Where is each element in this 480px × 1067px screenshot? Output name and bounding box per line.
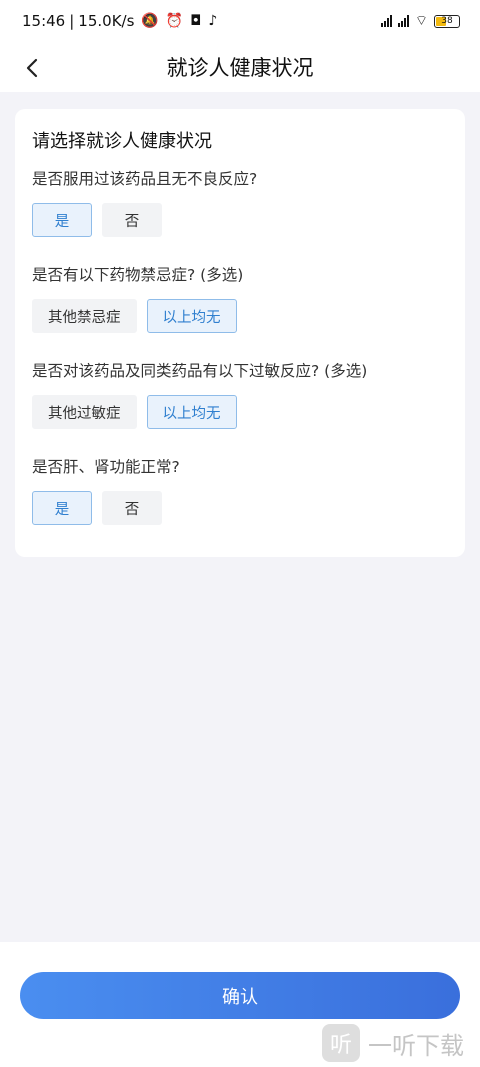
tiktok-icon: ♪	[208, 13, 218, 29]
status-speed: 15.0K/s	[78, 12, 135, 30]
signal-icon	[380, 15, 392, 27]
card-title: 请选择就诊人健康状况	[32, 131, 212, 152]
status-time: 15:46	[22, 12, 66, 30]
back-button[interactable]	[16, 52, 48, 84]
confirm-button[interactable]: 确认	[20, 972, 460, 1019]
question-block-1: 是否服用过该药品且无不良反应? 是 否	[32, 167, 448, 237]
option-group: 其他过敏症 以上均无	[32, 395, 448, 429]
chevron-left-icon	[26, 58, 38, 78]
wifi-icon: ⌔	[414, 13, 428, 29]
question-text: 是否对该药品及同类药品有以下过敏反应? (多选)	[32, 362, 368, 380]
question-block-2: 是否有以下药物禁忌症? (多选) 其他禁忌症 以上均无	[32, 263, 448, 333]
watermark-text: 一听下载	[368, 1031, 464, 1060]
battery-level: 38	[441, 16, 453, 26]
status-divider: |	[69, 12, 75, 30]
bell-off-icon: 🔕	[141, 13, 159, 29]
option-no-button[interactable]: 否	[102, 491, 162, 525]
option-none-button[interactable]: 以上均无	[146, 299, 237, 333]
option-group: 是 否	[32, 491, 448, 525]
nav-bar: 就诊人健康状况	[0, 42, 480, 92]
health-status-card: 请选择就诊人健康状况 是否服用过该药品且无不良反应? 是 否 是否有以下药物禁忌…	[15, 109, 465, 557]
option-no-button[interactable]: 否	[102, 203, 162, 237]
question-block-4: 是否肝、肾功能正常? 是 否	[32, 455, 448, 525]
alarm-icon: ⏰	[165, 13, 184, 29]
watermark-logo: 听	[322, 1024, 360, 1062]
option-other-contraindication-button[interactable]: 其他禁忌症	[32, 299, 137, 333]
question-block-3: 是否对该药品及同类药品有以下过敏反应? (多选) 其他过敏症 以上均无	[32, 359, 448, 429]
battery-icon: 38	[434, 14, 460, 28]
question-text: 是否肝、肾功能正常?	[32, 458, 180, 476]
signal-icon-2	[397, 15, 409, 27]
status-bar: 15:46 | 15.0K/s 🔕 ⏰ ◘ ♪ ⌔ 38	[0, 0, 480, 42]
option-other-allergy-button[interactable]: 其他过敏症	[32, 395, 137, 429]
option-none-button[interactable]: 以上均无	[146, 395, 237, 429]
option-yes-button[interactable]: 是	[32, 491, 92, 525]
option-group: 是 否	[32, 203, 448, 237]
watermark: 听 一听下载	[320, 1019, 480, 1067]
question-text: 是否服用过该药品且无不良反应?	[32, 170, 258, 188]
page-title: 就诊人健康状况	[166, 56, 314, 80]
option-group: 其他禁忌症 以上均无	[32, 299, 448, 333]
nfc-icon: ◘	[190, 13, 202, 29]
option-yes-button[interactable]: 是	[32, 203, 92, 237]
question-text: 是否有以下药物禁忌症? (多选)	[32, 266, 244, 284]
